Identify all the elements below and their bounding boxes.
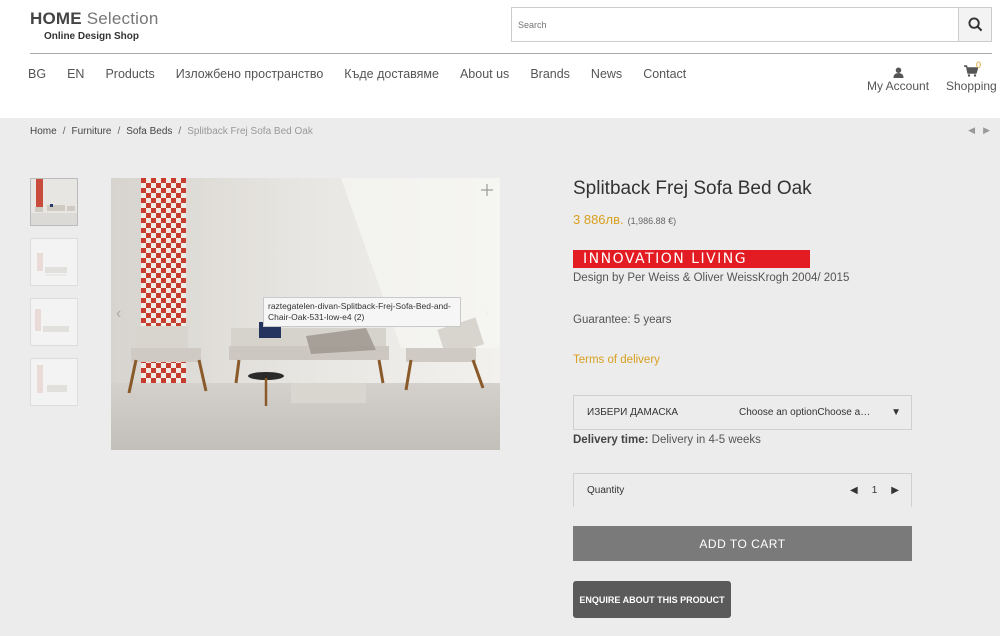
add-to-cart-button[interactable]: ADD TO CART [573, 526, 912, 561]
search-bar [511, 7, 992, 42]
nav-showroom[interactable]: Изложбено пространство [176, 67, 324, 81]
search-button[interactable] [958, 8, 991, 41]
dropdown-arrow-icon: ▼ [891, 407, 901, 418]
fabric-select-value: Choose an optionChoose an option [739, 407, 874, 418]
my-account-label: My Account [867, 79, 930, 93]
designer-info: Design by Per Weiss & Oliver WeissKrogh … [573, 272, 850, 284]
breadcrumb-separator: / [117, 126, 121, 137]
user-icon [892, 66, 904, 78]
breadcrumb-sofa-beds[interactable]: Sofa Beds [126, 126, 172, 137]
brand-logo[interactable]: INNOVATION LIVING [573, 250, 810, 268]
fabric-select[interactable]: ИЗБЕРИ ДАМАСКА Choose an optionChoose an… [573, 395, 912, 430]
breadcrumb-home[interactable]: Home [30, 126, 57, 137]
header-divider [30, 53, 992, 54]
enquire-button[interactable]: ENQUIRE ABOUT THIS PRODUCT [573, 581, 731, 618]
quantity-value[interactable]: 1 [872, 485, 878, 496]
product-title: Splitback Frej Sofa Bed Oak [573, 178, 812, 199]
prev-product-icon[interactable]: ◀ [968, 125, 975, 136]
site-logo[interactable]: HOME Selection Online Design Shop [30, 9, 158, 42]
breadcrumb-separator: / [62, 126, 66, 137]
thumbnail-list [30, 178, 78, 418]
search-input[interactable] [512, 8, 958, 41]
logo-title: HOME Selection [30, 9, 159, 28]
nav-about-us[interactable]: About us [460, 67, 509, 81]
next-product-icon[interactable]: ▶ [983, 125, 990, 136]
nav-delivery-areas[interactable]: Къде доставяме [344, 67, 439, 81]
my-account-link[interactable]: My Account [867, 65, 929, 93]
fabric-select-label: ИЗБЕРИ ДАМАСКА [587, 407, 679, 418]
main-nav: BG EN Products Изложбено пространство Къ… [28, 67, 686, 81]
thumbnail-2[interactable] [30, 238, 78, 286]
delivery-time-label: Delivery time: [573, 434, 649, 446]
thumbnail-image [31, 359, 77, 405]
cart-count-badge: 0 [976, 60, 982, 70]
guarantee-info: Guarantee: 5 years [573, 314, 672, 326]
shopping-label: Shopping [946, 79, 997, 93]
gallery-prev-icon[interactable]: ‹ [116, 305, 121, 322]
breadcrumb: Home / Furniture / Sofa Beds / Splitback… [30, 126, 313, 137]
thumbnail-image [31, 179, 77, 225]
thumbnail-3[interactable] [30, 298, 78, 346]
nav-en[interactable]: EN [67, 67, 84, 81]
thumbnail-4[interactable] [30, 358, 78, 406]
thumbnail-image [31, 299, 77, 345]
product-price: 3 886лв. (1,986.88 €) [573, 212, 676, 227]
delivery-time: Delivery time: Delivery in 4-5 weeks [573, 434, 761, 446]
nav-contact[interactable]: Contact [643, 67, 686, 81]
nav-news[interactable]: News [591, 67, 622, 81]
breadcrumb-furniture[interactable]: Furniture [71, 126, 111, 137]
image-tooltip: raztegatelen-divan-Splitback-Frej-Sofa-B… [263, 297, 461, 327]
nav-brands[interactable]: Brands [530, 67, 570, 81]
product-content: Home / Furniture / Sofa Beds / Splitback… [0, 118, 1000, 636]
shopping-cart-link[interactable]: 0 Shopping [946, 60, 997, 93]
breadcrumb-separator: / [178, 126, 182, 137]
quantity-increase-icon[interactable]: ▶ [891, 485, 899, 496]
quantity-label: Quantity [587, 485, 625, 496]
brand-logo-text: INNOVATION LIVING [583, 251, 748, 267]
delivery-time-value: Delivery in 4-5 weeks [648, 434, 761, 446]
gallery-next-icon[interactable]: › [484, 305, 489, 322]
search-icon [967, 17, 982, 32]
logo-subtitle: Online Design Shop [44, 31, 140, 42]
terms-of-delivery-link[interactable]: Terms of delivery [573, 354, 660, 366]
breadcrumb-current: Splitback Frej Sofa Bed Oak [187, 126, 313, 137]
quantity-stepper: Quantity ◀ 1 ▶ [573, 473, 912, 507]
nav-bg[interactable]: BG [28, 67, 46, 81]
thumbnail-1[interactable] [30, 178, 78, 226]
thumbnail-image [31, 239, 77, 285]
quantity-decrease-icon[interactable]: ◀ [850, 485, 858, 496]
price-eur: (1,986.88 €) [627, 216, 677, 226]
price-bgn: 3 886лв. [573, 212, 624, 227]
product-pager: ◀ ▶ [968, 125, 990, 136]
nav-products[interactable]: Products [105, 67, 154, 81]
